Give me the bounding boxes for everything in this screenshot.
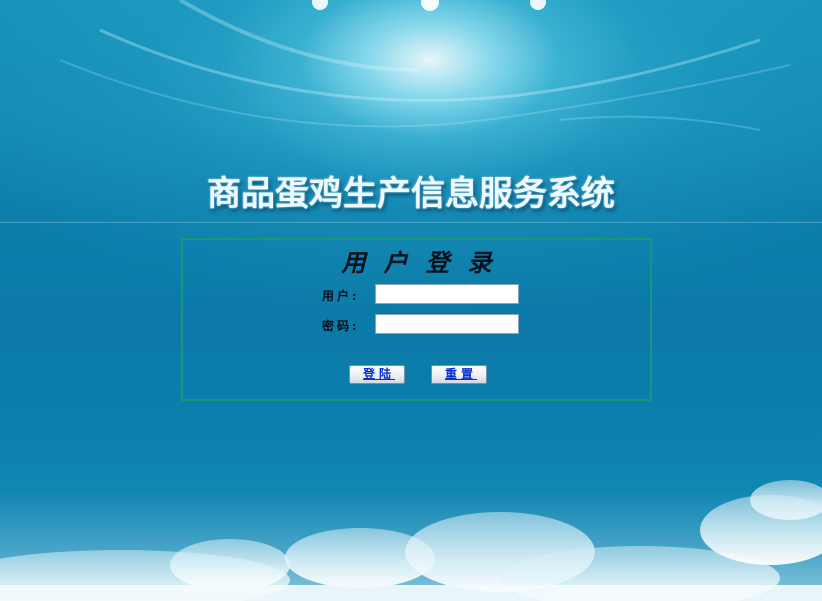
password-label: 密码: (322, 319, 360, 333)
reset-button[interactable]: 重置 (431, 365, 487, 384)
username-input[interactable] (375, 284, 519, 304)
clouds-decoration (0, 480, 822, 601)
login-button[interactable]: 登陆 (349, 365, 405, 384)
page-title: 商品蛋鸡生产信息服务系统 (207, 174, 615, 214)
login-heading: 用户登录 (341, 248, 510, 277)
username-label: 用户: (322, 289, 360, 303)
horizon-line (0, 222, 822, 223)
password-input[interactable] (375, 314, 519, 334)
login-panel: 用户登录 用户: 密码: 登陆 重置 (181, 238, 652, 401)
